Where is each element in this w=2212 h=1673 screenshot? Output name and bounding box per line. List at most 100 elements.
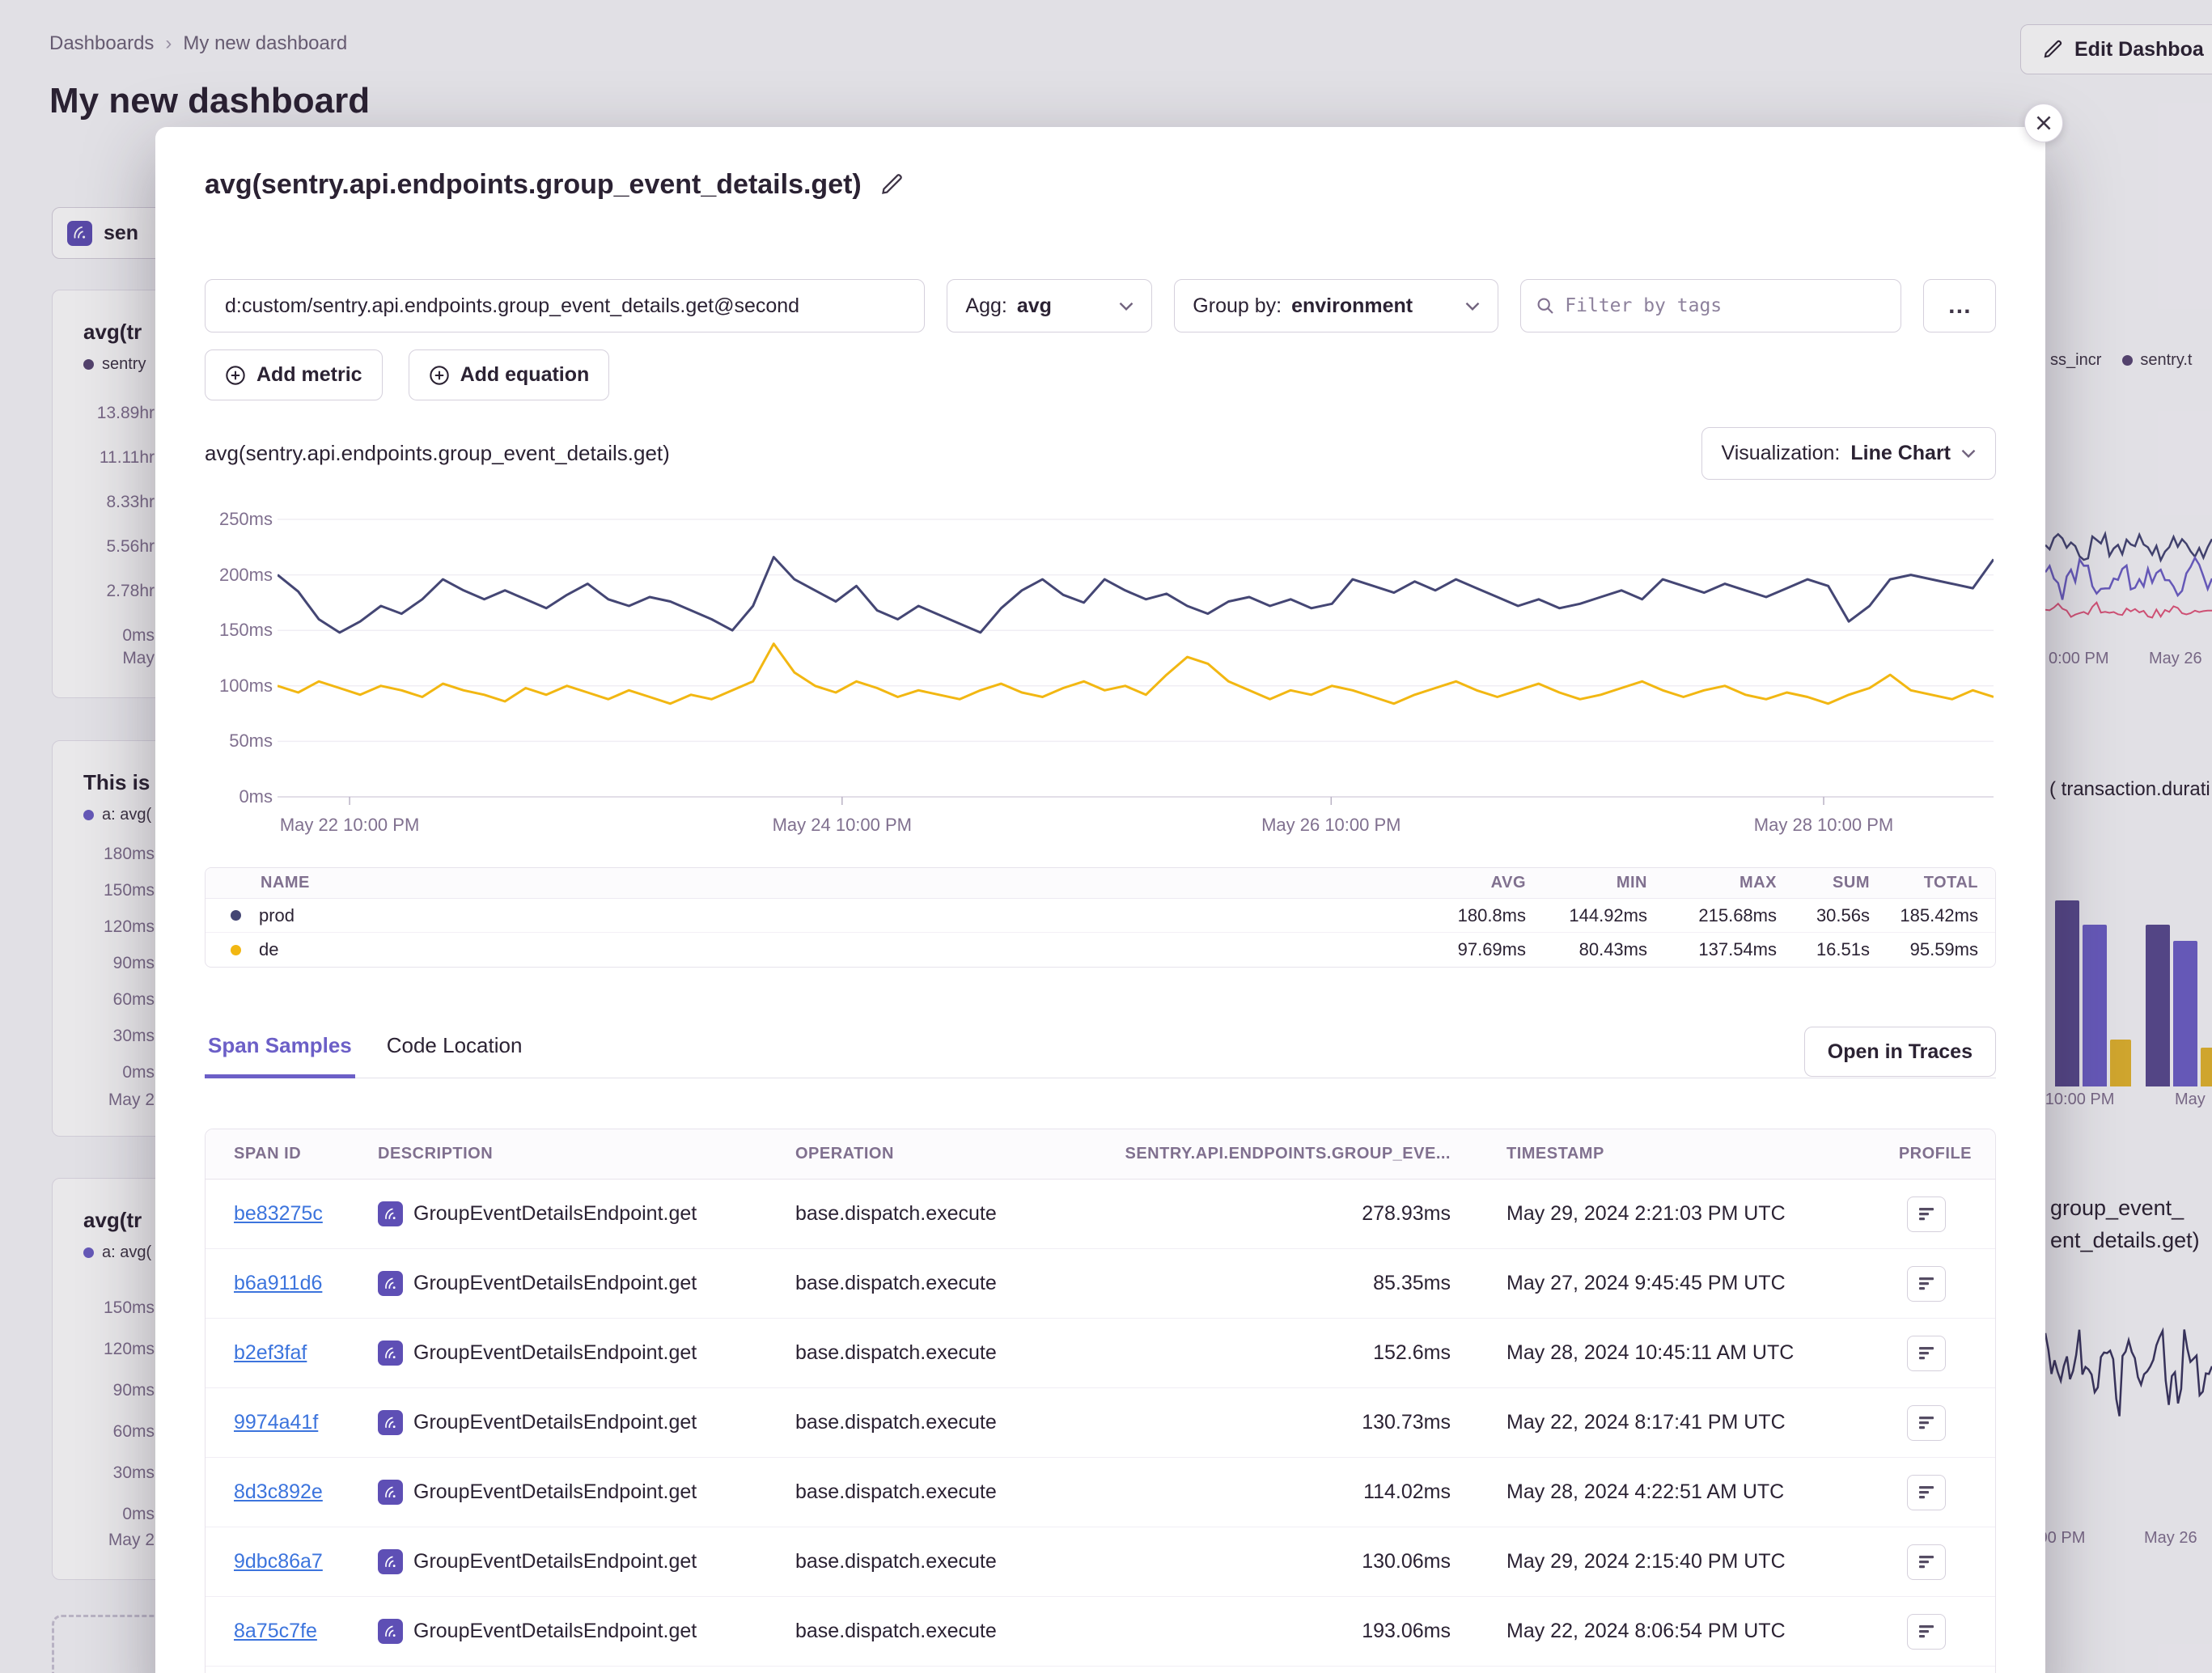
sample-timestamp: May 28, 2024 10:45:11 AM UTC [1451, 1341, 1856, 1365]
profile-button[interactable] [1907, 1405, 1946, 1441]
series-dot [231, 945, 241, 955]
aggregate-select[interactable]: Agg: avg [947, 279, 1152, 332]
profile-icon [1917, 1552, 1936, 1572]
open-in-traces-button[interactable]: Open in Traces [1804, 1027, 1996, 1077]
col-span-id: SPAN ID [206, 1145, 378, 1163]
span-id-link[interactable]: 8a75c7fe [234, 1620, 317, 1642]
sample-timestamp: May 29, 2024 2:21:03 PM UTC [1451, 1202, 1856, 1226]
legend-series-row[interactable]: de97.69ms80.43ms137.54ms16.51s95.59ms [206, 933, 1995, 967]
tab-code-location[interactable]: Code Location [383, 1025, 526, 1078]
profile-button[interactable] [1907, 1475, 1946, 1510]
chevron-down-icon [1465, 302, 1480, 311]
profile-icon [1917, 1483, 1936, 1502]
legend-col-name: NAME [206, 874, 1388, 892]
x-tick-label: May 28 10:00 PM [1754, 815, 1893, 836]
add-metric-button[interactable]: Add metric [205, 349, 383, 400]
sample-value: 152.6ms [1103, 1341, 1451, 1365]
span-id-link[interactable]: b2ef3faf [234, 1341, 307, 1364]
sample-tabs: Span Samples Code Location [205, 1025, 1996, 1078]
sample-value: 278.93ms [1103, 1202, 1451, 1226]
series-avg: 180.8ms [1388, 905, 1526, 926]
series-name: de [259, 939, 278, 960]
sentry-icon [378, 1619, 403, 1644]
query-builder-row: Agg: avg Group by: environment [205, 279, 1996, 332]
sentry-icon [378, 1341, 403, 1366]
visualization-select[interactable]: Visualization: Line Chart [1701, 427, 1996, 480]
more-options-button[interactable]: … [1923, 279, 1996, 332]
y-tick-label: 200ms [219, 565, 273, 586]
legend-col: TOTAL [1870, 874, 1995, 892]
edit-title-pencil-icon[interactable] [879, 172, 904, 197]
sample-description: GroupEventDetailsEndpoint.get [378, 1341, 795, 1366]
sample-operation: base.dispatch.execute [795, 1620, 1103, 1643]
sentry-icon [378, 1271, 403, 1296]
profile-button[interactable] [1907, 1544, 1946, 1580]
profile-button[interactable] [1907, 1336, 1946, 1371]
chart-x-axis-labels: May 22 10:00 PMMay 24 10:00 PMMay 26 10:… [278, 815, 1994, 841]
series-avg: 97.69ms [1388, 939, 1526, 960]
series-max: 137.54ms [1647, 939, 1777, 960]
visualization-label: Visualization: [1722, 442, 1841, 465]
x-tick-label: May 24 10:00 PM [773, 815, 912, 836]
tab-span-samples[interactable]: Span Samples [205, 1025, 355, 1078]
sample-timestamp: May 27, 2024 9:45:45 PM UTC [1451, 1272, 1856, 1295]
add-row: Add metric Add equation [205, 349, 609, 400]
samples-table-header: SPAN IDDESCRIPTIONOPERATIONSENTRY.API.EN… [206, 1129, 1995, 1180]
profile-button[interactable] [1907, 1614, 1946, 1650]
add-equation-button[interactable]: Add equation [409, 349, 610, 400]
y-tick-label: 100ms [219, 676, 273, 697]
legend-series-row[interactable]: prod180.8ms144.92ms215.68ms30.56s185.42m… [206, 899, 1995, 933]
sample-operation: base.dispatch.execute [795, 1550, 1103, 1573]
col-operation: OPERATION [795, 1145, 1103, 1163]
col-description: DESCRIPTION [378, 1145, 795, 1163]
tag-filter-input[interactable] [1565, 295, 1885, 316]
sample-operation: base.dispatch.execute [795, 1480, 1103, 1504]
span-id-link[interactable]: be83275c [234, 1202, 323, 1225]
sentry-icon [378, 1410, 403, 1435]
profile-icon [1917, 1274, 1936, 1294]
col-timestamp: TIMESTAMP [1451, 1145, 1856, 1163]
series-dot [231, 910, 241, 921]
y-tick-label: 150ms [219, 620, 273, 641]
sentry-icon [378, 1201, 403, 1226]
modal-title-row: avg(sentry.api.endpoints.group_event_det… [205, 166, 904, 203]
series-min: 80.43ms [1526, 939, 1647, 960]
metric-query-input[interactable] [205, 279, 925, 332]
plus-circle-icon [225, 365, 246, 386]
close-icon [2035, 114, 2053, 132]
plus-circle-icon [429, 365, 450, 386]
series-total: 95.59ms [1870, 939, 1995, 960]
chevron-down-icon [1119, 302, 1134, 311]
aggregate-value: avg [1017, 294, 1052, 318]
chevron-down-icon [1961, 449, 1976, 458]
sample-value: 114.02ms [1103, 1480, 1451, 1504]
span-id-link[interactable]: 9974a41f [234, 1411, 318, 1434]
search-icon [1536, 296, 1555, 316]
sample-description: GroupEventDetailsEndpoint.get [378, 1410, 795, 1435]
span-id-link[interactable]: 9dbc86a7 [234, 1550, 323, 1573]
y-tick-label: 50ms [229, 731, 273, 752]
legend-table-body: prod180.8ms144.92ms215.68ms30.56s185.42m… [206, 899, 1995, 967]
sample-row: 8d3c892eGroupEventDetailsEndpoint.getbas… [206, 1458, 1995, 1527]
profile-button[interactable] [1907, 1197, 1946, 1232]
close-modal-button[interactable] [2024, 104, 2063, 142]
sample-description: GroupEventDetailsEndpoint.get [378, 1549, 795, 1574]
chart-title: avg(sentry.api.endpoints.group_event_det… [205, 441, 670, 466]
span-id-link[interactable]: b6a911d6 [234, 1272, 322, 1294]
sentry-icon [378, 1480, 403, 1505]
profile-button[interactable] [1907, 1266, 1946, 1302]
series-max: 215.68ms [1647, 905, 1777, 926]
sample-description: GroupEventDetailsEndpoint.get [378, 1271, 795, 1296]
more-options-label: … [1947, 292, 1972, 320]
y-tick-label: 250ms [219, 509, 273, 530]
group-by-select[interactable]: Group by: environment [1174, 279, 1498, 332]
span-id-link[interactable]: 8d3c892e [234, 1480, 323, 1503]
span-samples-table: SPAN IDDESCRIPTIONOPERATIONSENTRY.API.EN… [205, 1129, 1996, 1673]
sentry-icon [378, 1549, 403, 1574]
sample-description: GroupEventDetailsEndpoint.get [378, 1619, 795, 1644]
visualization-value: Line Chart [1850, 442, 1951, 465]
sample-timestamp: May 29, 2024 2:15:40 PM UTC [1451, 1550, 1856, 1573]
x-tick-label: May 26 10:00 PM [1261, 815, 1401, 836]
profile-icon [1917, 1205, 1936, 1224]
sample-row: 9974a41fGroupEventDetailsEndpoint.getbas… [206, 1388, 1995, 1458]
